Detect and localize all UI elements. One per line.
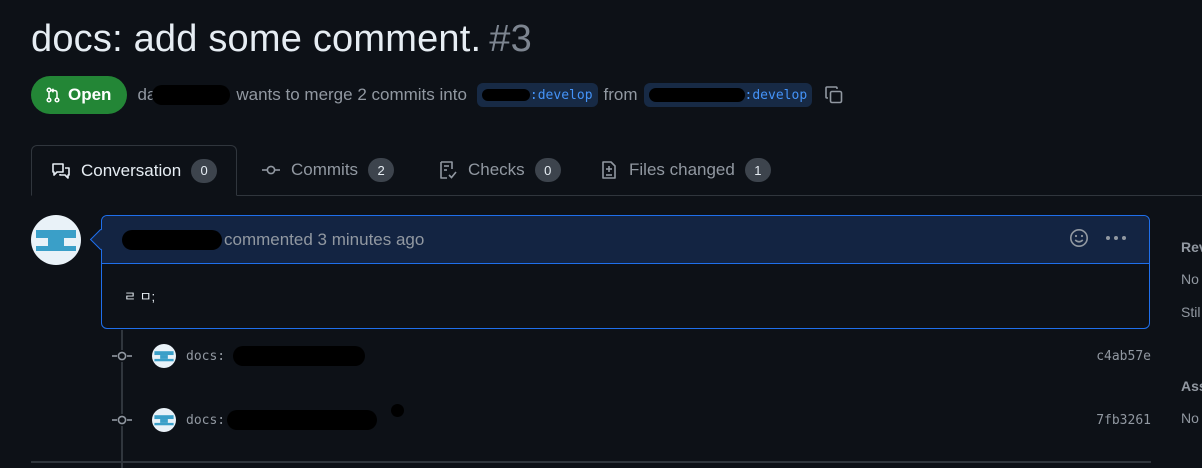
timeline-divider (31, 461, 1151, 463)
sidebar-assignees-value: No (1181, 410, 1199, 426)
pr-title: docs: add some comment. (31, 18, 482, 60)
head-branch-label: :develop (744, 87, 808, 103)
tab-counter: 2 (368, 158, 395, 182)
comment-body: ㄹ ㅁ; (102, 264, 1149, 328)
tab-counter: 0 (534, 158, 561, 182)
git-commit-icon (112, 350, 132, 362)
redacted-base-owner (481, 89, 530, 101)
comment-header: commented 3 minutes ago (102, 216, 1149, 264)
commit-message[interactable]: docs: (186, 349, 225, 364)
head-branch[interactable]: :develop (643, 83, 813, 107)
tab-counter: 1 (744, 158, 771, 182)
commit-row: docs: c4ab57e (112, 341, 1151, 371)
pr-title-row: docs: add some comment. #3 (31, 18, 532, 61)
tab-label: Commits (291, 160, 359, 179)
redacted-commit-message (233, 346, 366, 366)
merge-text: wants to merge 2 commits into (236, 85, 467, 104)
tab-conversation[interactable]: Conversation 0 (31, 145, 238, 196)
smiley-icon[interactable] (1069, 228, 1089, 248)
redacted-commit-message (227, 410, 378, 430)
state-label: Open (68, 85, 112, 104)
redacted-mark (391, 403, 405, 417)
sidebar-reviewers-note: Stil (1181, 304, 1201, 320)
identicon-icon (154, 415, 174, 426)
avatar[interactable] (152, 408, 176, 432)
redacted-commenter (122, 229, 222, 250)
checklist-icon (440, 161, 457, 179)
pr-tabs: Conversation 0 Commits 2 Checks 0 Files … (31, 145, 1202, 196)
identicon-icon (36, 230, 76, 251)
state-badge-open: Open (31, 76, 128, 114)
git-commit-icon (112, 414, 132, 426)
tab-label: Conversation (81, 160, 182, 180)
commit-sha[interactable]: 7fb3261 (1096, 413, 1151, 428)
sidebar-reviewers-value: No (1181, 271, 1199, 287)
tab-label: Files changed (629, 160, 735, 179)
commit-sha[interactable]: c4ab57e (1096, 349, 1151, 364)
sidebar-assignees-heading[interactable]: Ass (1181, 378, 1202, 394)
pr-meta: Open da wants to merge 2 commits into :d… (31, 75, 844, 115)
git-pull-request-icon (46, 87, 60, 103)
avatar[interactable] (152, 344, 176, 368)
tab-counter: 0 (191, 158, 218, 183)
tab-commits[interactable]: Commits 2 (261, 145, 395, 195)
comment-meta: commented 3 minutes ago (224, 229, 425, 249)
merge-description: da wants to merge 2 commits into :develo… (137, 83, 844, 107)
comment-card: commented 3 minutes ago ㄹ ㅁ; (101, 215, 1150, 329)
redacted-author (152, 85, 231, 105)
file-diff-icon (602, 161, 616, 179)
tab-label: Checks (468, 160, 525, 179)
commit-row: docs: 7fb3261 (112, 403, 1151, 435)
from-text: from (603, 85, 638, 104)
copy-icon[interactable] (824, 85, 844, 105)
pr-number: #3 (489, 18, 532, 60)
sidebar-reviewers-heading[interactable]: Rev (1181, 239, 1202, 255)
commit-message[interactable]: docs: (186, 413, 225, 428)
comment-actions (1069, 228, 1127, 248)
redacted-head-owner (648, 88, 745, 102)
comment-discussion-icon (52, 162, 70, 179)
tab-files-changed[interactable]: Files changed 1 (599, 145, 771, 195)
tab-checks[interactable]: Checks 0 (438, 145, 561, 195)
comment-text: ㄹ ㅁ; (124, 289, 156, 304)
base-branch[interactable]: :develop (476, 83, 598, 107)
kebab-horizontal-icon[interactable] (1105, 235, 1127, 241)
git-commit-icon (262, 165, 280, 175)
avatar[interactable] (31, 215, 81, 265)
identicon-icon (154, 351, 174, 362)
base-branch-label: :develop (529, 87, 593, 103)
